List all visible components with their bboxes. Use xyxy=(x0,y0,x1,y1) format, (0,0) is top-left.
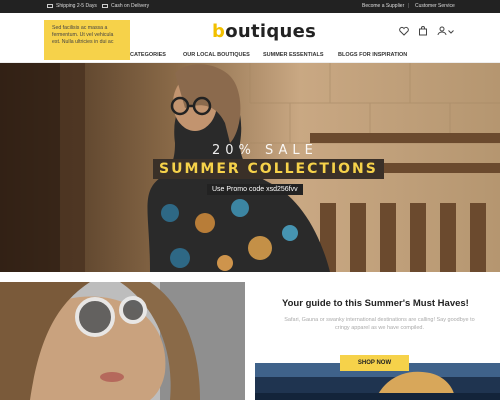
shipping-info: Shipping 2-5 Days xyxy=(47,3,97,9)
hero-sale-text: 20% SALE xyxy=(212,143,318,158)
topbar-separator: | xyxy=(408,3,410,9)
tooltip-popup: Sed facilisis ac massa a fermentum. Ut v… xyxy=(44,20,130,60)
cash-icon xyxy=(102,4,108,8)
nav-local-boutiques[interactable]: OUR LOCAL BOUTIQUES xyxy=(183,52,250,58)
guide-description: Safari, Gauna or swanky international de… xyxy=(284,317,475,331)
hero-banner[interactable]: 20% SALE SUMMER COLLECTIONS Use Promo co… xyxy=(0,63,500,272)
shipping-label: Shipping 2-5 Days xyxy=(56,3,97,9)
become-supplier-link[interactable]: Become a Supplier xyxy=(362,3,404,9)
cod-label: Cash on Delivery xyxy=(111,3,150,9)
nav-summer-essentials[interactable]: SUMMER ESSENTIALS xyxy=(263,52,324,58)
site-logo[interactable]: boutiques xyxy=(212,21,316,42)
logo-initial: b xyxy=(212,21,226,42)
chevron-down-icon[interactable] xyxy=(448,30,454,34)
bag-icon[interactable] xyxy=(418,26,428,36)
nav-categories[interactable]: CATEGORIES xyxy=(130,52,166,58)
guide-title: Your guide to this Summer's Must Haves! xyxy=(282,298,469,309)
user-icon[interactable] xyxy=(437,26,447,36)
nav-blogs[interactable]: BLOGS FOR INSPIRATION xyxy=(338,52,407,58)
hero-collections-title: SUMMER COLLECTIONS xyxy=(153,159,384,179)
tooltip-text: Sed facilisis ac massa a fermentum. Ut v… xyxy=(52,25,114,45)
heart-icon[interactable] xyxy=(399,26,409,36)
top-bar: Shipping 2-5 Days Cash on Delivery Becom… xyxy=(0,0,500,13)
logo-text: outiques xyxy=(225,21,317,42)
shop-now-button[interactable]: SHOP NOW xyxy=(340,355,409,371)
promo-code-badge: Use Promo code xsd256fvv xyxy=(207,184,303,195)
sunglasses-photo xyxy=(0,282,245,400)
summer-guide-section: Your guide to this Summer's Must Haves! … xyxy=(255,282,500,400)
customer-service-link[interactable]: Customer Service xyxy=(415,3,455,9)
sunglasses-promo-image[interactable] xyxy=(0,282,245,400)
truck-icon xyxy=(47,4,53,8)
cod-info: Cash on Delivery xyxy=(102,3,149,9)
